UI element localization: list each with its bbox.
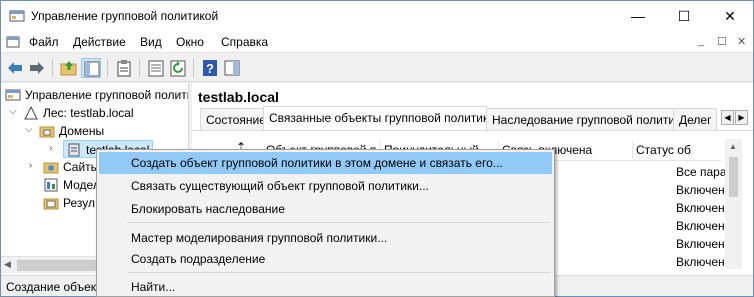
tab-linked-gpos[interactable]: Связанные объекты групповой политики xyxy=(263,106,487,130)
menu-item-modeling-wizard[interactable]: Мастер моделирования групповой политики.… xyxy=(99,227,552,249)
forest-icon xyxy=(23,105,39,121)
mdi-restore-button[interactable]: ☐ xyxy=(717,35,727,48)
gpo-status-cell: Включен xyxy=(676,237,725,251)
clipboard-icon[interactable] xyxy=(114,58,134,78)
context-menu: Создать объект групповой политики в этом… xyxy=(96,149,555,297)
status-text: Создание объект xyxy=(6,280,102,294)
menu-separator xyxy=(127,272,550,273)
toolbar-separator xyxy=(139,59,140,77)
tab-delegation[interactable]: Делег xyxy=(673,108,717,130)
tree-item-label: Управление групповой полити xyxy=(25,88,189,102)
menu-action[interactable]: Действие xyxy=(73,35,126,49)
toolbar-separator xyxy=(193,59,194,77)
modeling-icon xyxy=(43,177,59,193)
mdi-close-button[interactable]: ✕ xyxy=(737,35,746,48)
scroll-left-icon[interactable]: ◀ xyxy=(4,259,11,270)
system-menu-icon[interactable] xyxy=(6,35,20,49)
show-hide-console-tree-icon[interactable] xyxy=(81,58,101,78)
action-pane-icon[interactable] xyxy=(222,58,242,78)
menu-view[interactable]: Вид xyxy=(140,35,162,49)
scrollbar-thumb[interactable] xyxy=(729,157,738,197)
close-button[interactable]: ✕ xyxy=(707,1,753,31)
properties-icon[interactable] xyxy=(146,58,166,78)
tree-item-gpmc-root[interactable]: Управление групповой полити xyxy=(5,86,189,104)
gpo-status-cell: Все пара xyxy=(676,165,727,179)
tab-gpo-inheritance[interactable]: Наследование групповой политики xyxy=(486,108,674,130)
results-icon xyxy=(43,195,59,211)
gpmc-app-icon xyxy=(9,9,25,23)
tree-item-domains[interactable]: ⌵ Домены xyxy=(25,122,188,140)
menu-item-link-existing-gpo[interactable]: Связать существующий объект групповой по… xyxy=(99,175,552,197)
menu-window[interactable]: Окно xyxy=(176,35,204,49)
gpmc-root-icon xyxy=(5,87,21,103)
menu-item-create-gpo-and-link[interactable]: Создать объект групповой политики в этом… xyxy=(99,152,552,174)
column-header-gpo-status[interactable]: Статус об xyxy=(636,143,722,157)
tree-item-label: Лес: testlab.local xyxy=(43,106,134,120)
back-icon[interactable] xyxy=(5,58,25,78)
menu-separator xyxy=(127,222,550,223)
menu-item-new-ou[interactable]: Создать подразделение xyxy=(99,248,552,270)
chevron-right-icon[interactable]: › xyxy=(49,143,52,154)
up-folder-icon[interactable] xyxy=(59,58,79,78)
toolbar: ? xyxy=(1,54,753,82)
tree-item-label: Резул xyxy=(63,196,95,210)
chevron-right-icon[interactable]: › xyxy=(29,160,32,171)
chevron-down-icon[interactable]: ⌵ xyxy=(25,124,33,135)
chevron-down-icon[interactable]: ⌵ xyxy=(9,106,17,117)
menu-file[interactable]: Файл xyxy=(29,35,59,49)
minimize-button[interactable]: — xyxy=(615,1,661,31)
tree-item-label: Домены xyxy=(59,124,105,138)
title-bar: Управление групповой политикой — ☐ ✕ xyxy=(1,1,753,31)
svg-text:?: ? xyxy=(206,61,214,76)
menu-item-block-inheritance[interactable]: Блокировать наследование xyxy=(99,198,552,220)
column-divider xyxy=(632,141,633,159)
help-icon[interactable]: ? xyxy=(200,58,220,78)
tree-item-forest[interactable]: ⌵ Лес: testlab.local xyxy=(9,104,188,122)
tab-status[interactable]: Состояние xyxy=(200,108,264,130)
gpo-status-cell: Включен xyxy=(676,219,725,233)
grid-vertical-scrollbar[interactable]: ▲ xyxy=(725,139,742,269)
gpo-status-cell: Включен xyxy=(676,201,725,215)
menu-item-find[interactable]: Найти... xyxy=(99,276,552,297)
maximize-button[interactable]: ☐ xyxy=(661,1,707,31)
tree-item-label: Сайты xyxy=(63,160,100,174)
tab-scroll-left-icon[interactable]: ◀ xyxy=(721,110,734,125)
window-title: Управление групповой политикой xyxy=(31,9,219,23)
toolbar-separator xyxy=(52,59,53,77)
gpo-status-cell: Включен xyxy=(676,255,725,269)
pane-title: testlab.local xyxy=(198,89,279,105)
domain-icon xyxy=(66,142,82,158)
toolbar-separator xyxy=(107,59,108,77)
gpo-status-cell: Включен xyxy=(676,183,725,197)
mdi-minimize-button[interactable]: _ xyxy=(698,35,704,47)
refresh-icon[interactable] xyxy=(168,58,188,78)
tree-item-label: Модел xyxy=(63,178,100,192)
forward-icon[interactable] xyxy=(27,58,47,78)
domains-folder-icon xyxy=(39,123,55,139)
sites-icon xyxy=(43,159,59,175)
menu-bar: Файл Действие Вид Окно Справка _ ☐ ✕ xyxy=(1,31,753,53)
scroll-up-icon[interactable]: ▲ xyxy=(729,142,737,151)
menu-help[interactable]: Справка xyxy=(221,35,268,49)
tab-scroll-right-icon[interactable]: ▶ xyxy=(735,110,748,125)
